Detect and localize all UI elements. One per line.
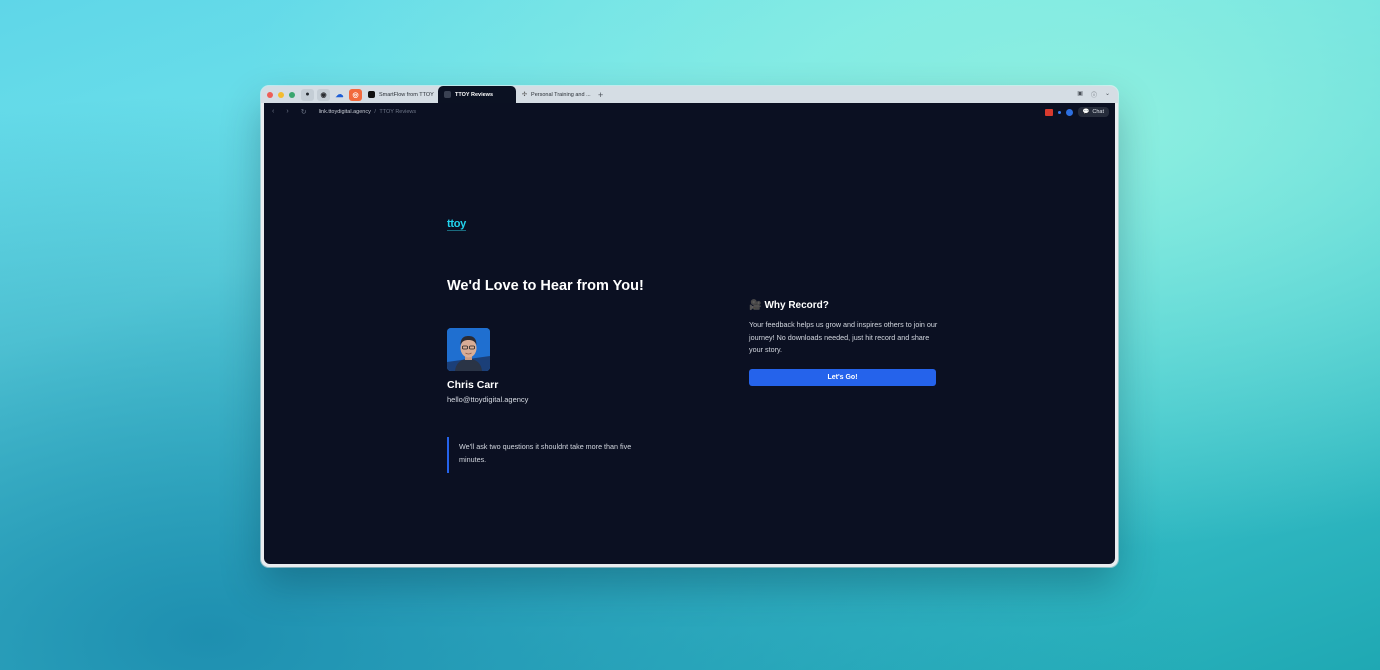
close-window-button[interactable] xyxy=(267,91,273,98)
why-record-heading: 🎥 Why Record? xyxy=(749,300,829,311)
tab-bar: ● ◉ ☁ ◎ SmartFlow from TTOY TTOY Reviews… xyxy=(261,86,1118,103)
url-host: link.ttoydigital.agency xyxy=(318,109,371,115)
contact-name: Chris Carr xyxy=(447,379,499,391)
browser-window: ● ◉ ☁ ◎ SmartFlow from TTOY TTOY Reviews… xyxy=(261,86,1118,567)
chat-label: Chat xyxy=(1092,109,1104,115)
brand-logo[interactable]: ttoy xyxy=(447,219,466,231)
callout-text: We'll ask two questions it shouldnt take… xyxy=(459,442,632,464)
reload-icon[interactable]: ↻ xyxy=(301,108,307,116)
tab-favicon-icon xyxy=(368,91,375,98)
why-record-title: Why Record? xyxy=(764,300,829,311)
info-callout: We'll ask two questions it shouldnt take… xyxy=(447,437,637,473)
avatar xyxy=(447,328,490,371)
chat-icon: 💬 xyxy=(1082,109,1090,115)
tab-label: Personal Training and ... xyxy=(531,91,591,98)
plus-icon[interactable]: + xyxy=(598,90,603,100)
tab-label: TTOY Reviews xyxy=(455,91,494,98)
tab-label: SmartFlow from TTOY xyxy=(379,91,434,98)
page-viewport: ‹ › ↻ link.ttoydigital.agency / TTOY Rev… xyxy=(264,103,1115,564)
pinned-tabs: ● ◉ ☁ ◎ xyxy=(301,88,362,101)
app-icon[interactable]: ◎ xyxy=(349,88,362,101)
tab-favicon-icon xyxy=(444,91,451,98)
film-icon: 🎥 xyxy=(749,300,762,311)
extension-icon[interactable] xyxy=(1065,108,1073,116)
github-icon[interactable]: ● xyxy=(301,88,314,101)
cloud-icon[interactable]: ☁ xyxy=(333,89,346,101)
tab-ttoy-reviews[interactable]: TTOY Reviews xyxy=(438,86,516,103)
info-icon[interactable]: ⓘ xyxy=(1091,90,1097,99)
url-separator: / xyxy=(374,109,376,115)
chevron-down-icon[interactable]: ⌄ xyxy=(1105,90,1110,99)
extensions: 💬 Chat xyxy=(1044,107,1109,117)
address-bar: ‹ › ↻ link.ttoydigital.agency / TTOY Rev… xyxy=(264,103,1115,121)
extension-icon[interactable] xyxy=(1044,108,1053,116)
sidebar-icon[interactable]: ▣ xyxy=(1077,90,1083,99)
zoom-window-button[interactable] xyxy=(289,91,295,98)
url-page-title: TTOY Reviews xyxy=(379,109,417,115)
page-title: We'd Love to Hear from You! xyxy=(447,278,644,294)
tabbar-controls: ▣ ⓘ ⌄ xyxy=(1077,90,1110,99)
contact-email: hello@ttoydigital.agency xyxy=(447,395,529,404)
back-icon[interactable]: ‹ xyxy=(272,108,274,116)
tab-favicon-icon: ✣ xyxy=(522,92,528,98)
lets-go-button[interactable]: Let's Go! xyxy=(749,369,936,386)
tab-personal-training[interactable]: ✣ Personal Training and ... xyxy=(516,86,596,103)
url-field[interactable]: link.ttoydigital.agency / TTOY Reviews xyxy=(319,109,417,115)
why-record-text: Your feedback helps us grow and inspires… xyxy=(749,320,938,354)
tab-smartflow[interactable]: SmartFlow from TTOY xyxy=(362,86,438,103)
forward-icon[interactable]: › xyxy=(286,108,288,116)
person-photo-icon xyxy=(447,328,490,371)
chat-button[interactable]: 💬 Chat xyxy=(1077,107,1109,117)
extension-indicator-icon xyxy=(1057,110,1061,114)
navigation-controls: ‹ › ↻ xyxy=(272,108,307,116)
minimize-window-button[interactable] xyxy=(278,91,284,98)
window-controls xyxy=(267,91,295,98)
discord-icon[interactable]: ◉ xyxy=(317,88,330,101)
